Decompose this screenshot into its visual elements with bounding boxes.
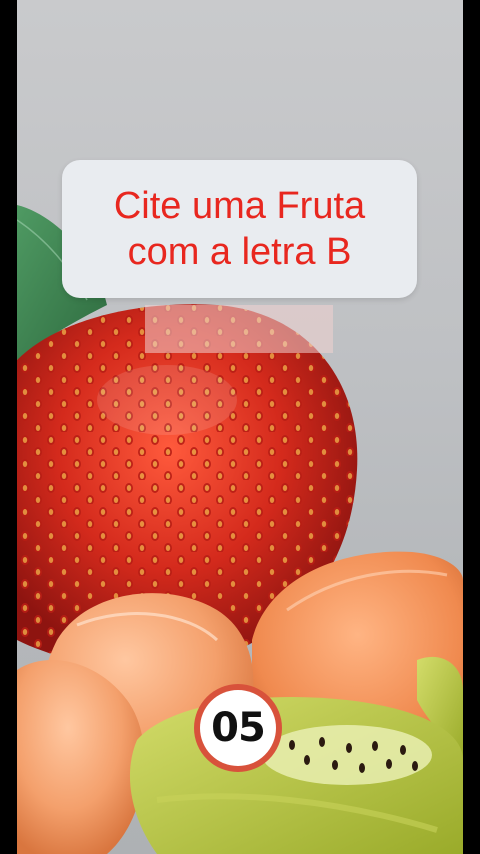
question-number-circle: 05 (200, 690, 276, 766)
question-caption: Cite uma Fruta com a letra B (62, 160, 417, 298)
question-line-2: com a letra B (127, 231, 352, 273)
video-frame: Cite uma Fruta com a letra B 05 (17, 0, 463, 854)
question-number-badge: 05 (194, 684, 282, 772)
question-number: 05 (211, 705, 266, 751)
question-line-1: Cite uma Fruta (113, 185, 366, 227)
